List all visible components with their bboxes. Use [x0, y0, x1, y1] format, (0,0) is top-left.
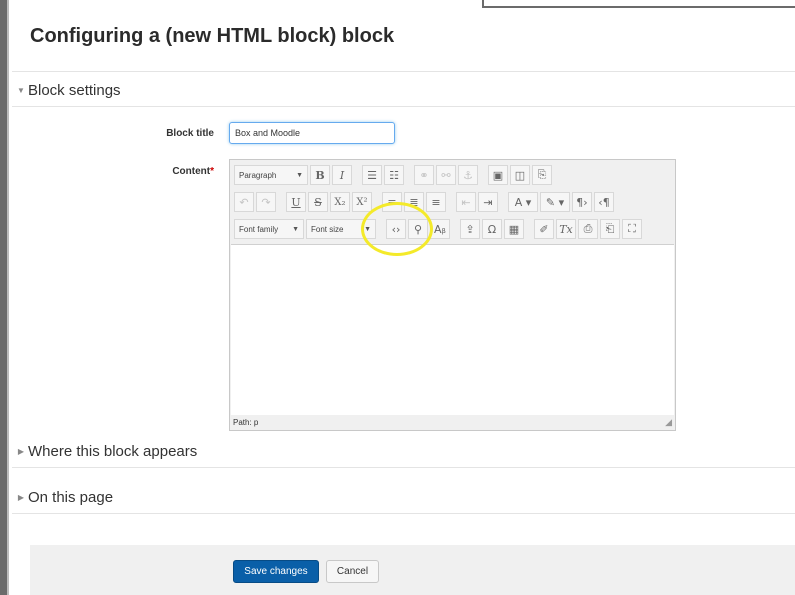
toolbar-row-1: Paragraph ▼ B I ☰ ☷ ⚭ ⚯ ⚓ ▣ ◫ ⎘ — [234, 164, 552, 186]
align-right-icon[interactable]: ≡ — [426, 192, 446, 212]
cancel-button[interactable]: Cancel — [326, 560, 379, 583]
section-on-this-page[interactable]: ▶ On this page — [14, 489, 113, 506]
align-center-icon[interactable]: ≣ — [404, 192, 424, 212]
section-where-appears[interactable]: ▶ Where this block appears — [14, 443, 197, 460]
toolbar-row-2: ↶ ↷ U S X₂ X² ≡ ≣ ≡ ⇤ ⇥ A ▾ ✎ ▾ ¶› ‹¶ — [234, 191, 614, 213]
editor-content-area[interactable] — [231, 244, 674, 415]
block-title-label: Block title — [166, 128, 214, 139]
editor-statusbar: Path: p ◢ — [231, 415, 674, 430]
divider — [12, 513, 795, 514]
manage-files-icon[interactable]: ⎘ — [532, 165, 552, 185]
section-where-appears-label: Where this block appears — [28, 443, 198, 460]
outdent-icon[interactable]: ⇤ — [456, 192, 476, 212]
italic-icon[interactable]: I — [332, 165, 352, 185]
text-color-icon[interactable]: A ▾ — [508, 192, 538, 212]
superscript-icon[interactable]: X² — [352, 192, 372, 212]
clear-format-icon[interactable]: Tx — [556, 219, 576, 239]
block-title-input[interactable] — [229, 122, 395, 144]
section-block-settings[interactable]: ▼ Block settings — [14, 82, 121, 99]
html-source-icon[interactable]: ‹› — [386, 219, 406, 239]
undo-icon[interactable]: ↶ — [234, 192, 254, 212]
special-char-icon[interactable]: Ω — [482, 219, 502, 239]
fullscreen-icon[interactable]: ⛶ — [622, 219, 642, 239]
link-icon[interactable]: ⚭ — [414, 165, 434, 185]
dropdown-arrow-icon: ▼ — [296, 171, 303, 179]
image-icon[interactable]: ▣ — [488, 165, 508, 185]
strikethrough-icon[interactable]: S — [308, 192, 328, 212]
rtl-icon[interactable]: ‹¶ — [594, 192, 614, 212]
align-left-icon[interactable]: ≡ — [382, 192, 402, 212]
divider — [12, 106, 795, 107]
divider — [12, 71, 795, 72]
ordered-list-icon[interactable]: ☷ — [384, 165, 404, 185]
dropdown-arrow-icon: ▼ — [364, 225, 371, 233]
required-mark: * — [210, 166, 214, 177]
clean-icon[interactable]: ✐ — [534, 219, 554, 239]
bold-icon[interactable]: B — [310, 165, 330, 185]
content-label: Content* — [104, 166, 214, 177]
divider — [12, 467, 795, 468]
underline-icon[interactable]: U — [286, 192, 306, 212]
html-editor: Paragraph ▼ B I ☰ ☷ ⚭ ⚯ ⚓ ▣ ◫ ⎘ ↶ ↷ U S X… — [229, 159, 676, 431]
dropdown-arrow-icon: ▼ — [292, 225, 299, 233]
subscript-icon[interactable]: X₂ — [330, 192, 350, 212]
paragraph-format-dropdown[interactable]: Paragraph ▼ — [234, 165, 308, 185]
paragraph-format-label: Paragraph — [239, 170, 277, 180]
spellcheck-icon[interactable]: Aᵦ — [430, 219, 450, 239]
ltr-icon[interactable]: ¶› — [572, 192, 592, 212]
unlink-icon[interactable]: ⚯ — [436, 165, 456, 185]
section-on-this-page-label: On this page — [28, 489, 114, 506]
window-frame-left — [0, 0, 7, 595]
media-icon[interactable]: ◫ — [510, 165, 530, 185]
font-size-label: Font size — [311, 224, 344, 234]
font-family-label: Font family — [239, 224, 279, 234]
save-button[interactable]: Save changes — [233, 560, 319, 583]
anchor-icon[interactable]: ⚓ — [458, 165, 478, 185]
unordered-list-icon[interactable]: ☰ — [362, 165, 382, 185]
section-block-settings-label: Block settings — [28, 82, 121, 99]
font-size-dropdown[interactable]: Font size ▼ — [306, 219, 376, 239]
background-color-icon[interactable]: ✎ ▾ — [540, 192, 570, 212]
window-frame-left-inner — [7, 0, 9, 595]
page-title: Configuring a (new HTML block) block — [30, 25, 395, 47]
font-family-dropdown[interactable]: Font family ▼ — [234, 219, 304, 239]
redo-icon[interactable]: ↷ — [256, 192, 276, 212]
find-replace-icon[interactable]: ⚲ — [408, 219, 428, 239]
paste-text-icon[interactable]: ⎙ — [578, 219, 598, 239]
window-frame-top — [482, 0, 795, 8]
form-footer — [30, 545, 795, 595]
table-icon[interactable]: ▦ — [504, 219, 524, 239]
editor-path: Path: p — [233, 418, 259, 427]
indent-icon[interactable]: ⇥ — [478, 192, 498, 212]
caret-down-icon: ▼ — [17, 86, 25, 95]
caret-right-icon: ▶ — [17, 447, 25, 456]
content-label-text: Content — [172, 166, 211, 177]
toolbar-row-3: Font family ▼ Font size ▼ ‹› ⚲ Aᵦ ⇪ Ω ▦ ✐ … — [234, 218, 642, 240]
paste-word-icon[interactable]: ⎗ — [600, 219, 620, 239]
caret-right-icon: ▶ — [17, 493, 25, 502]
upload-icon[interactable]: ⇪ — [460, 219, 480, 239]
resize-handle-icon[interactable]: ◢ — [665, 417, 672, 428]
